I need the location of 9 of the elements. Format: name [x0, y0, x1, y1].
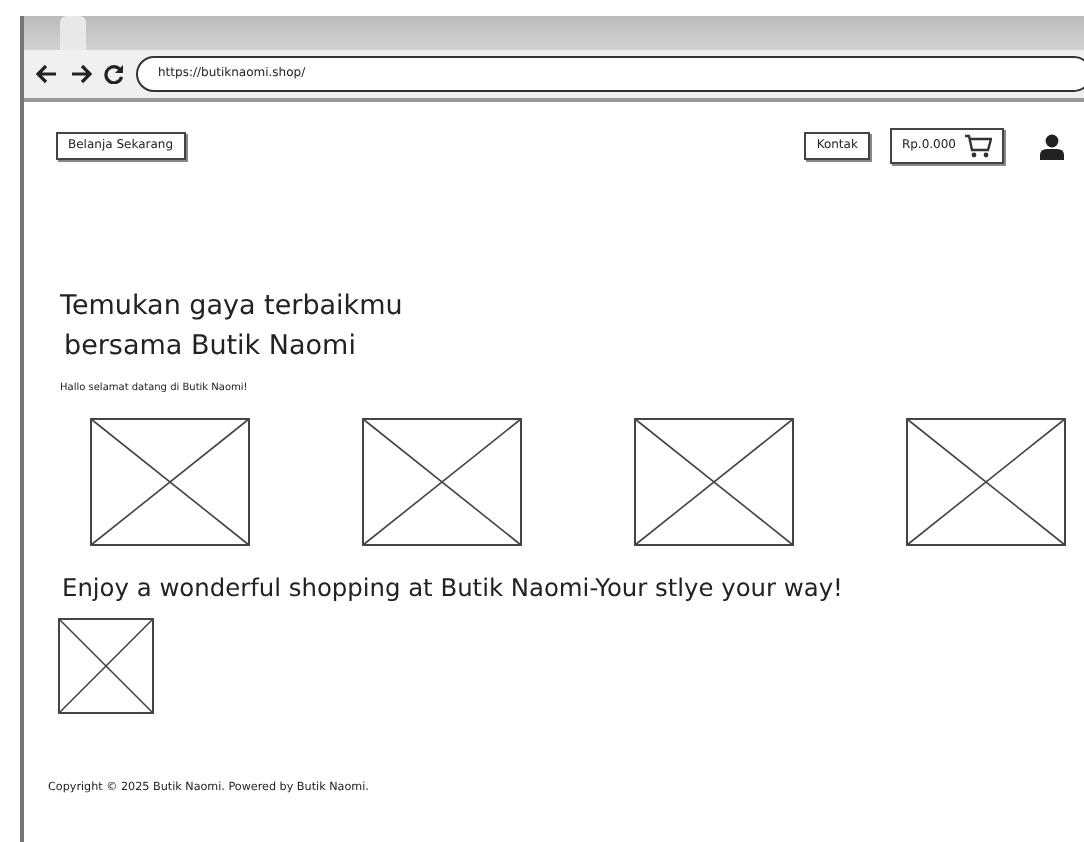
hero-heading: bersama Butik Naomi: [64, 327, 358, 366]
user-icon[interactable]: [1040, 133, 1064, 159]
image-placeholder: [58, 617, 154, 714]
hero-heading: Temukan gaya terbaikmu: [60, 288, 405, 326]
tagline: Enjoy a wonderful shopping at Butik Naomi-Your stlye your way!: [62, 571, 845, 606]
cart-icon: [964, 134, 992, 158]
reload-icon[interactable]: [104, 64, 124, 84]
forward-icon[interactable]: [70, 64, 92, 84]
back-icon[interactable]: [36, 64, 58, 84]
